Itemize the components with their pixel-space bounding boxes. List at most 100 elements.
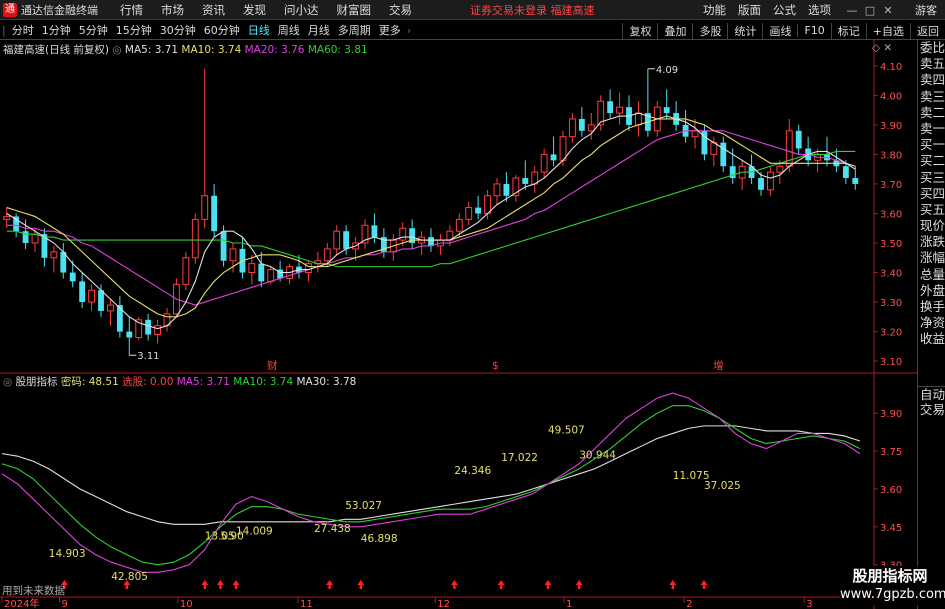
candle-up[interactable]: [191, 218, 199, 259]
candle-down[interactable]: [116, 305, 123, 332]
candle-up[interactable]: [201, 195, 209, 220]
quote-label: 买一: [920, 137, 945, 153]
candle-down[interactable]: [607, 101, 614, 114]
minimize-icon[interactable]: —: [843, 4, 861, 17]
overlay-button[interactable]: 叠加: [657, 22, 692, 39]
candle-down[interactable]: [145, 319, 152, 335]
quote-label: 买五: [920, 201, 945, 217]
mark-button[interactable]: 标记: [830, 22, 866, 39]
trade-label[interactable]: 交易: [918, 402, 945, 417]
guest-user[interactable]: 游客: [915, 2, 937, 18]
event-marker[interactable]: 增: [713, 359, 724, 372]
candle-up[interactable]: [493, 183, 501, 197]
menu-formula[interactable]: 公式: [773, 2, 796, 18]
event-marker[interactable]: 财: [267, 359, 278, 372]
adjust-button[interactable]: 复权: [622, 22, 657, 39]
menu-market[interactable]: 市场: [161, 2, 184, 18]
tab-1min[interactable]: 1分钟: [38, 22, 75, 38]
candle-down[interactable]: [758, 178, 764, 190]
candle-down[interactable]: [720, 142, 727, 167]
maximize-icon[interactable]: □: [861, 4, 879, 17]
indicator-settings-icon[interactable]: ◎: [3, 376, 12, 388]
tab-more[interactable]: 更多: [375, 22, 405, 38]
menu-quotes[interactable]: 行情: [120, 2, 143, 18]
pane-close-icon[interactable]: ✕: [883, 42, 892, 54]
stats-button[interactable]: 统计: [727, 22, 762, 39]
candle-down[interactable]: [79, 281, 86, 303]
candle-up[interactable]: [559, 136, 567, 161]
candle-down[interactable]: [522, 178, 529, 184]
menu-trade[interactable]: 交易: [389, 2, 412, 18]
candle-down[interactable]: [428, 237, 434, 246]
add-favorite-button[interactable]: +自选: [865, 22, 910, 39]
f10-button[interactable]: F10: [797, 24, 830, 37]
tab-30min[interactable]: 30分钟: [156, 22, 200, 38]
candle-down[interactable]: [842, 166, 849, 179]
menu-wealth[interactable]: 财富圈: [337, 2, 372, 18]
auto-label[interactable]: 自动: [918, 387, 945, 402]
quote-column: 委比 卖五 卖四 卖三 卖二 卖一 买一 买二 买三 买四 买五 现价 涨跌 涨幅 总量 外盘 换手 净资 收益 自…: [917, 40, 945, 609]
indicator-ma5: MA5: 3.71: [176, 376, 230, 388]
pane-settings-icon[interactable]: ◇: [872, 42, 880, 54]
candle-up[interactable]: [635, 112, 642, 126]
tab-5min[interactable]: 5分钟: [75, 22, 112, 38]
more-chevron-icon[interactable]: ›: [405, 24, 413, 37]
menu-discover[interactable]: 发现: [243, 2, 266, 18]
candle-down[interactable]: [663, 107, 670, 114]
multi-stock-button[interactable]: 多股: [692, 22, 727, 39]
candle-up[interactable]: [323, 248, 331, 262]
candle-up[interactable]: [3, 215, 11, 220]
event-marker[interactable]: $: [492, 360, 499, 372]
candle-up[interactable]: [465, 207, 473, 220]
candle-up[interactable]: [88, 289, 95, 303]
candle-up[interactable]: [182, 257, 190, 285]
candle-down[interactable]: [69, 272, 76, 282]
menu-options[interactable]: 选项: [808, 2, 831, 18]
candle-down[interactable]: [258, 263, 265, 282]
candle-down[interactable]: [852, 178, 859, 184]
candle-down[interactable]: [503, 183, 510, 196]
candle-up[interactable]: [154, 325, 161, 336]
candle-down[interactable]: [578, 118, 585, 131]
close-icon[interactable]: ✕: [879, 4, 897, 17]
candle-down[interactable]: [343, 231, 350, 249]
candle-up[interactable]: [107, 304, 114, 312]
back-button[interactable]: 返回: [910, 22, 945, 39]
candle-up[interactable]: [587, 124, 595, 132]
tab-multi-period[interactable]: 多周期: [334, 22, 375, 38]
draw-button[interactable]: 画线: [762, 22, 797, 39]
tab-60min[interactable]: 60分钟: [200, 22, 244, 38]
candle-up[interactable]: [540, 153, 548, 173]
candle-down[interactable]: [550, 154, 557, 161]
candle-down[interactable]: [98, 290, 104, 311]
tab-daily[interactable]: 日线: [244, 22, 274, 38]
candle-down[interactable]: [475, 207, 482, 214]
tab-15min[interactable]: 15分钟: [112, 22, 156, 38]
menu-function[interactable]: 功能: [703, 2, 726, 18]
candle-down[interactable]: [795, 130, 802, 149]
candle-up[interactable]: [333, 230, 341, 250]
candle-up[interactable]: [248, 263, 256, 274]
menu-news[interactable]: 资讯: [202, 2, 225, 18]
candle-up[interactable]: [767, 171, 774, 191]
candle-up[interactable]: [50, 251, 58, 259]
tab-weekly[interactable]: 周线: [274, 22, 304, 38]
tab-monthly[interactable]: 月线: [304, 22, 334, 38]
candle-up[interactable]: [691, 130, 699, 138]
candle-down[interactable]: [211, 195, 218, 232]
tab-intraday[interactable]: 分时: [8, 22, 38, 38]
candle-up[interactable]: [616, 106, 623, 114]
kline-chart[interactable]: 4.093.11财 $ 增 14.90342.80513.055.9014.009 2…: [0, 40, 917, 609]
candle-up[interactable]: [776, 165, 784, 173]
menu-ask[interactable]: 问小达: [284, 2, 319, 18]
settings-dot-icon[interactable]: ◎: [112, 44, 121, 56]
candle-up[interactable]: [31, 233, 39, 244]
candle-down[interactable]: [371, 225, 378, 238]
menu-layout[interactable]: 版面: [738, 2, 761, 18]
candle-up[interactable]: [229, 248, 237, 262]
candle-up[interactable]: [455, 218, 463, 232]
candle-down[interactable]: [126, 331, 133, 338]
candle-down[interactable]: [220, 231, 227, 261]
candle-up[interactable]: [569, 118, 576, 138]
candle-up[interactable]: [267, 269, 275, 282]
